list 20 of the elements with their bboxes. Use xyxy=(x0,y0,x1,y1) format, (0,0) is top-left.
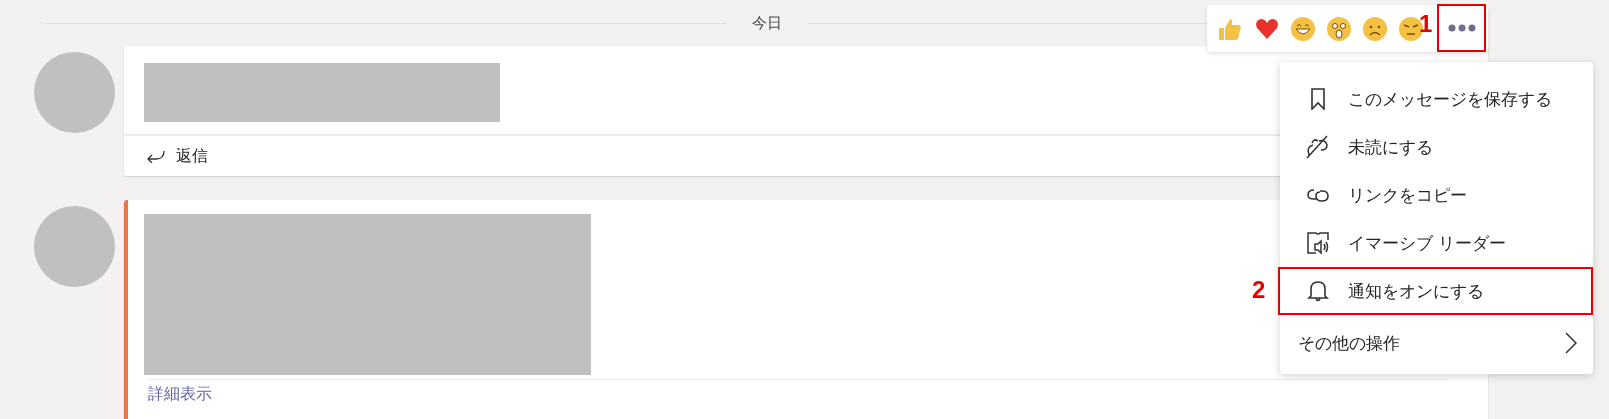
more-options-button[interactable] xyxy=(1437,4,1486,52)
chevron-right-icon xyxy=(1565,332,1577,354)
see-more-link[interactable]: 詳細表示 xyxy=(148,379,1448,405)
reply-arrow-icon xyxy=(146,149,166,163)
menu-item[interactable]: このメッセージを保存する xyxy=(1278,75,1593,123)
bell-icon xyxy=(1304,280,1332,302)
laughing-face-icon[interactable] xyxy=(1291,16,1315,41)
sad-face-icon[interactable] xyxy=(1363,16,1387,41)
link-icon xyxy=(1304,186,1332,204)
heart-icon[interactable] xyxy=(1255,17,1279,40)
immersive-reader-icon xyxy=(1304,231,1332,255)
menu-item[interactable]: その他の操作 xyxy=(1278,319,1593,367)
callout-number: 1 xyxy=(1419,12,1433,36)
callout-number: 2 xyxy=(1252,278,1266,302)
menu-item[interactable]: 通知をオンにする xyxy=(1278,267,1593,315)
more-options-icon xyxy=(1447,24,1476,32)
thumbs-up-icon[interactable] xyxy=(1217,16,1243,41)
menu-item[interactable]: イマーシブ リーダー xyxy=(1278,219,1593,267)
date-divider-label: 今日 xyxy=(752,13,782,33)
surprised-face-icon[interactable] xyxy=(1327,16,1351,41)
